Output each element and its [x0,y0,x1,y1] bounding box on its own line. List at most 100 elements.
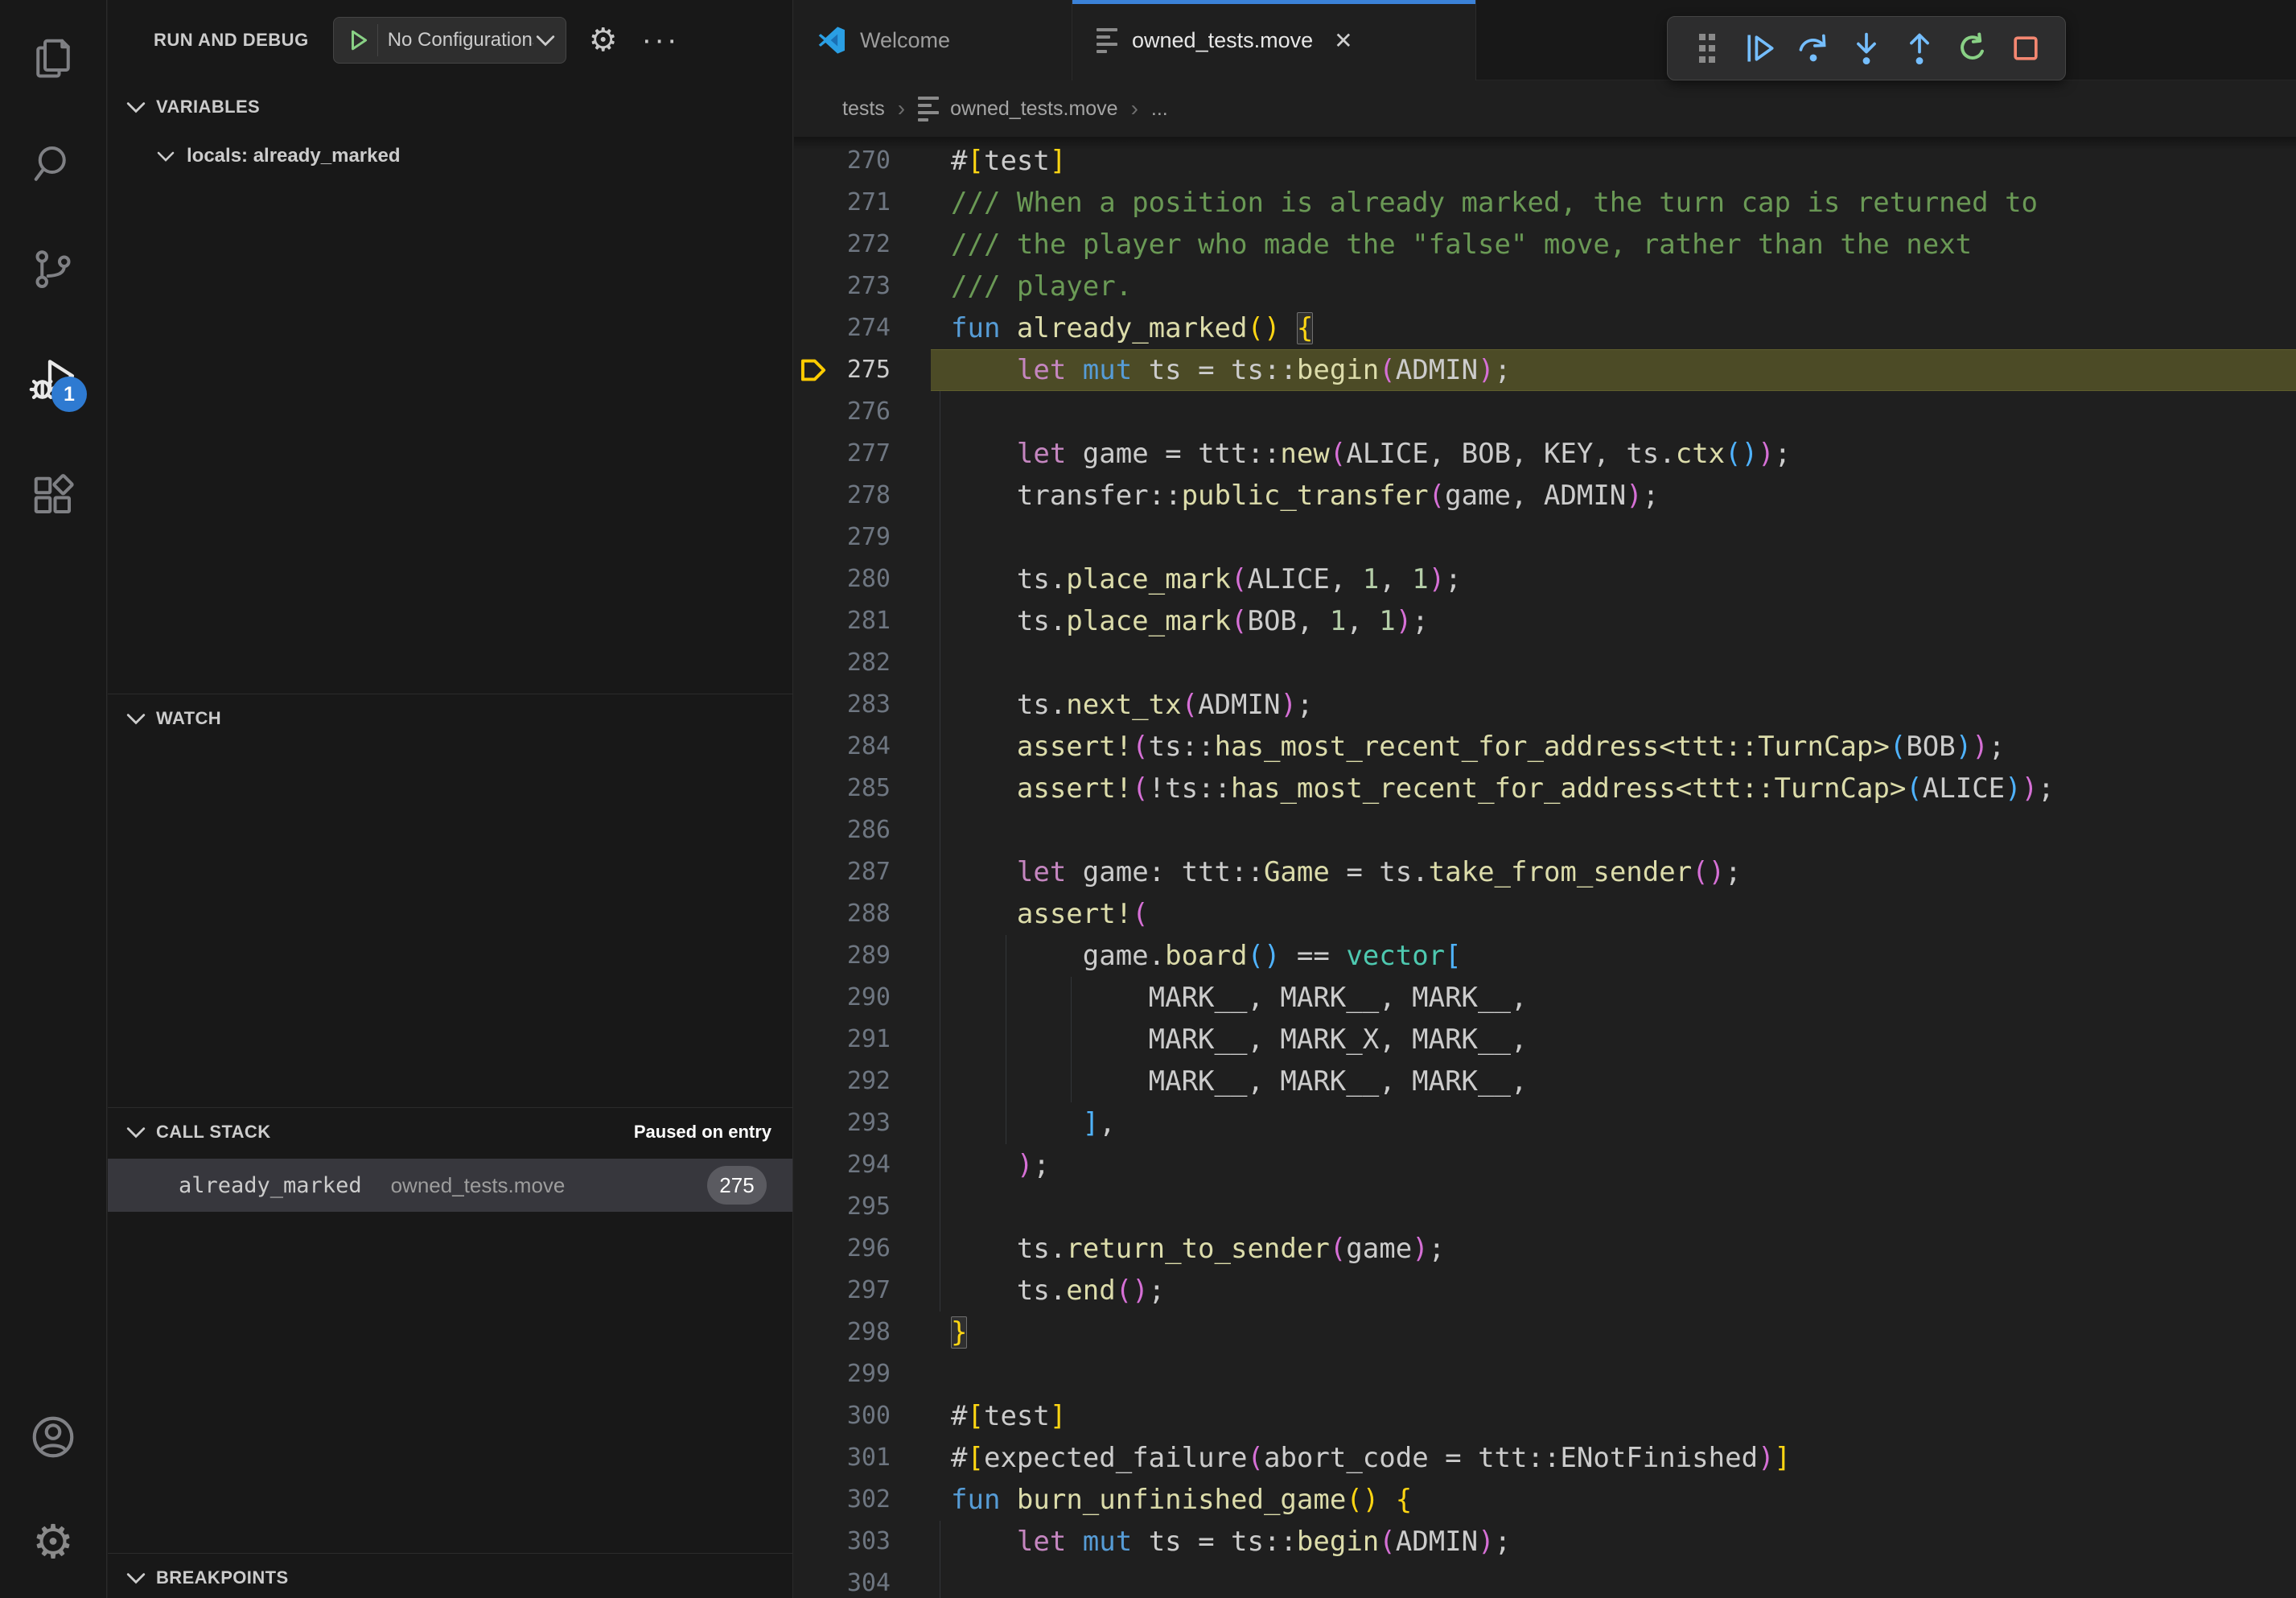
line-number[interactable]: 304 [794,1563,891,1598]
debug-settings-gear-icon[interactable]: ⚙ [589,24,618,56]
line-number[interactable]: 296 [794,1228,891,1270]
launch-configuration-dropdown[interactable]: No Configurations [333,17,566,64]
line-number[interactable]: 272 [794,224,891,266]
panel-title: RUN AND DEBUG [154,30,309,51]
toolbar-drag-handle[interactable] [1685,26,1730,71]
code-text: ts.place_mark(ALICE, 1, 1); [951,558,1462,600]
step-out-button[interactable] [1897,26,1942,71]
call-stack-section-header[interactable]: CALL STACK Paused on entry [108,1107,792,1155]
step-over-button[interactable] [1791,26,1836,71]
code-line: 287 let game: ttt::Game = ts.take_from_s… [794,851,2296,893]
breakpoints-section-header[interactable]: BREAKPOINTS [108,1553,792,1598]
line-number[interactable]: 297 [794,1270,891,1312]
locals-scope-label: locals: already_marked [187,145,401,167]
line-number[interactable]: 284 [794,726,891,768]
stop-button[interactable] [2003,26,2048,71]
search-icon[interactable] [26,137,80,192]
start-debug-icon[interactable] [344,24,378,56]
line-number[interactable]: 280 [794,558,891,600]
run-debug-panel-header: RUN AND DEBUG No Configurations ⚙ ··· [108,0,792,80]
breadcrumb-tests[interactable]: tests [842,97,885,121]
line-number[interactable]: 302 [794,1479,891,1521]
move-file-icon [1097,28,1117,53]
more-actions-icon[interactable]: ··· [642,33,680,48]
breadcrumb-symbol[interactable]: ... [1151,97,1168,121]
line-number[interactable]: 273 [794,266,891,307]
source-control-icon[interactable] [26,241,80,296]
code-line: 284 assert!(ts::has_most_recent_for_addr… [794,726,2296,768]
code-text: MARK__, MARK__, MARK__, [951,977,1527,1019]
code-line: 301#[expected_failure(abort_code = ttt::… [794,1437,2296,1479]
code-text: let mut ts = ts::begin(ADMIN); [951,349,1511,391]
line-number[interactable]: 277 [794,433,891,475]
extensions-icon[interactable] [26,468,80,523]
line-number[interactable]: 276 [794,391,891,433]
code-text: assert!( [951,893,1149,935]
breadcrumb-separator: › [1131,96,1138,121]
configuration-label: No Configurations [378,29,533,51]
line-number[interactable]: 295 [794,1186,891,1228]
line-number[interactable]: 299 [794,1353,891,1395]
close-icon[interactable]: ✕ [1334,27,1352,54]
locals-scope-row[interactable]: locals: already_marked [108,131,792,181]
line-number[interactable]: 287 [794,851,891,893]
chevron-down-icon [125,711,146,726]
line-number[interactable]: 301 [794,1437,891,1479]
line-number[interactable]: 303 [794,1521,891,1563]
code-text: #[test] [951,1395,1066,1437]
tab-owned-tests[interactable]: owned_tests.move ✕ [1072,0,1476,80]
settings-gear-icon[interactable]: ⚙ [26,1514,80,1569]
code-text: transfer::public_transfer(game, ADMIN); [951,475,1659,517]
line-number[interactable]: 281 [794,600,891,642]
breadcrumb: tests › owned_tests.move › ... [794,80,2296,137]
account-icon[interactable] [26,1410,80,1464]
line-number[interactable]: 290 [794,977,891,1019]
code-editor[interactable]: 270 #[test] 271 /// When a position is alre… [794,137,2296,1598]
code-line: 286 [794,809,2296,851]
code-text: let mut ts = ts::begin(ADMIN); [951,1521,1511,1563]
line-number[interactable]: 293 [794,1102,891,1144]
code-line: 304 [794,1563,2296,1598]
run-and-debug-icon[interactable]: 1 [26,352,80,407]
code-line: 303 let mut ts = ts::begin(ADMIN); [794,1521,2296,1563]
code-text: ], [951,1102,1116,1144]
line-number[interactable]: 291 [794,1019,891,1061]
line-number[interactable]: 282 [794,642,891,684]
breadcrumb-file[interactable]: owned_tests.move [950,97,1117,121]
line-number[interactable]: 288 [794,893,891,935]
line-number[interactable]: 271 [794,182,891,224]
step-into-button[interactable] [1844,26,1889,71]
line-number[interactable]: 283 [794,684,891,726]
line-number[interactable]: 279 [794,517,891,558]
code-line: 280 ts.place_mark(ALICE, 1, 1); [794,558,2296,600]
line-number[interactable]: 292 [794,1061,891,1102]
code-text: assert!(!ts::has_most_recent_for_address… [951,768,2055,809]
line-number[interactable]: 289 [794,935,891,977]
code-line: 273/// player. [794,266,2296,307]
explorer-icon[interactable] [26,31,80,85]
variables-section-header[interactable]: VARIABLES [108,83,792,131]
code-line: 283 ts.next_tx(ADMIN); [794,684,2296,726]
line-number[interactable]: 300 [794,1395,891,1437]
code-text: /// When a position is already marked, t… [951,182,2038,224]
line-number[interactable]: 298 [794,1312,891,1353]
code-line: 281 ts.place_mark(BOB, 1, 1); [794,600,2296,642]
code-line: 296 ts.return_to_sender(game); [794,1228,2296,1270]
line-number[interactable]: 274 [794,307,891,349]
code-line: 297 ts.end(); [794,1270,2296,1312]
call-stack-frame-row[interactable]: already_marked owned_tests.move 275 [108,1159,792,1212]
line-number[interactable]: 278 [794,475,891,517]
line-number[interactable]: 270 [794,140,891,182]
continue-button[interactable] [1738,26,1783,71]
watch-section-header[interactable]: WATCH [108,694,792,742]
code-line: 295 [794,1186,2296,1228]
current-debug-line: 275 let mut ts = ts::begin(ADMIN); [794,349,2296,391]
code-line: 302fun burn_unfinished_game() { [794,1479,2296,1521]
code-line: 288 assert!( [794,893,2296,935]
line-number[interactable]: 285 [794,768,891,809]
line-number[interactable]: 286 [794,809,891,851]
restart-button[interactable] [1950,26,1995,71]
frame-file: owned_tests.move [391,1173,566,1198]
line-number[interactable]: 294 [794,1144,891,1186]
tab-welcome[interactable]: Welcome [794,0,1072,80]
